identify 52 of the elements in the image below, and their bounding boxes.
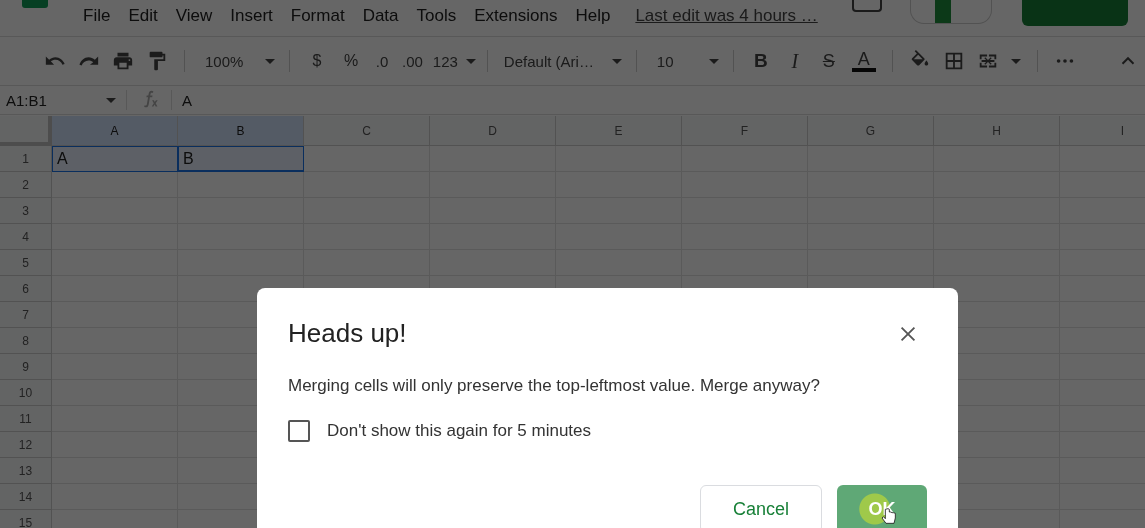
- menu-item[interactable]: Edit: [119, 6, 167, 26]
- zoom-dropdown[interactable]: 100%: [195, 52, 279, 70]
- percent-button[interactable]: %: [334, 52, 368, 70]
- row-header[interactable]: 3: [0, 198, 52, 224]
- row-header[interactable]: 12: [0, 432, 52, 458]
- strikethrough-button[interactable]: S: [811, 50, 846, 72]
- decrease-decimals-button[interactable]: .0: [368, 52, 396, 70]
- font-size-dropdown[interactable]: 10: [646, 52, 723, 70]
- row-header[interactable]: 10: [0, 380, 52, 406]
- menu-item[interactable]: File: [74, 6, 120, 26]
- table-cell[interactable]: B: [178, 146, 304, 172]
- menu-item[interactable]: Help: [566, 6, 620, 26]
- row-header[interactable]: 2: [0, 172, 52, 198]
- dialog-title: Heads up!: [288, 318, 407, 349]
- row-header[interactable]: 14: [0, 484, 52, 510]
- row-header[interactable]: 9: [0, 354, 52, 380]
- formula-input[interactable]: A: [176, 91, 192, 109]
- currency-button[interactable]: $: [300, 52, 334, 70]
- dialog-message: Merging cells will only preserve the top-leftmost value. Merge anyway?: [288, 376, 821, 396]
- row-header[interactable]: 8: [0, 328, 52, 354]
- column-header[interactable]: D: [430, 116, 556, 146]
- column-header[interactable]: B: [178, 116, 304, 146]
- row-header[interactable]: 13: [0, 458, 52, 484]
- text-color-button[interactable]: A: [851, 50, 876, 72]
- menu-item[interactable]: View: [166, 6, 222, 26]
- name-box[interactable]: A1:B1: [0, 91, 122, 109]
- table-cell[interactable]: A: [52, 146, 178, 172]
- font-dropdown[interactable]: Default (Ari…: [497, 52, 626, 70]
- column-header[interactable]: H: [934, 116, 1060, 146]
- row-header[interactable]: 11: [0, 406, 52, 432]
- row-header[interactable]: 6: [0, 276, 52, 302]
- bold-button[interactable]: B: [743, 50, 778, 72]
- row-header[interactable]: 5: [0, 250, 52, 276]
- column-header[interactable]: G: [808, 116, 934, 146]
- last-edit-link[interactable]: Last edit was 4 hours …: [635, 6, 818, 26]
- number-format-dropdown[interactable]: 123: [428, 52, 477, 70]
- menu-item[interactable]: Data: [353, 6, 408, 26]
- column-header[interactable]: E: [556, 116, 682, 146]
- menu-item[interactable]: Insert: [221, 6, 282, 26]
- increase-decimals-button[interactable]: .00: [396, 52, 429, 70]
- menu-item[interactable]: Extensions: [465, 6, 567, 26]
- column-header[interactable]: C: [304, 116, 430, 146]
- menu-item[interactable]: Tools: [407, 6, 466, 26]
- italic-button[interactable]: I: [777, 49, 812, 73]
- column-header[interactable]: A: [52, 116, 178, 146]
- row-header[interactable]: 7: [0, 302, 52, 328]
- row-header[interactable]: 4: [0, 224, 52, 250]
- menu-item[interactable]: Format: [281, 6, 354, 26]
- row-header[interactable]: 1: [0, 146, 52, 172]
- cancel-button[interactable]: Cancel: [700, 485, 822, 528]
- checkbox-label[interactable]: Don't show this again for 5 minutes: [327, 421, 592, 441]
- column-header[interactable]: F: [682, 116, 808, 146]
